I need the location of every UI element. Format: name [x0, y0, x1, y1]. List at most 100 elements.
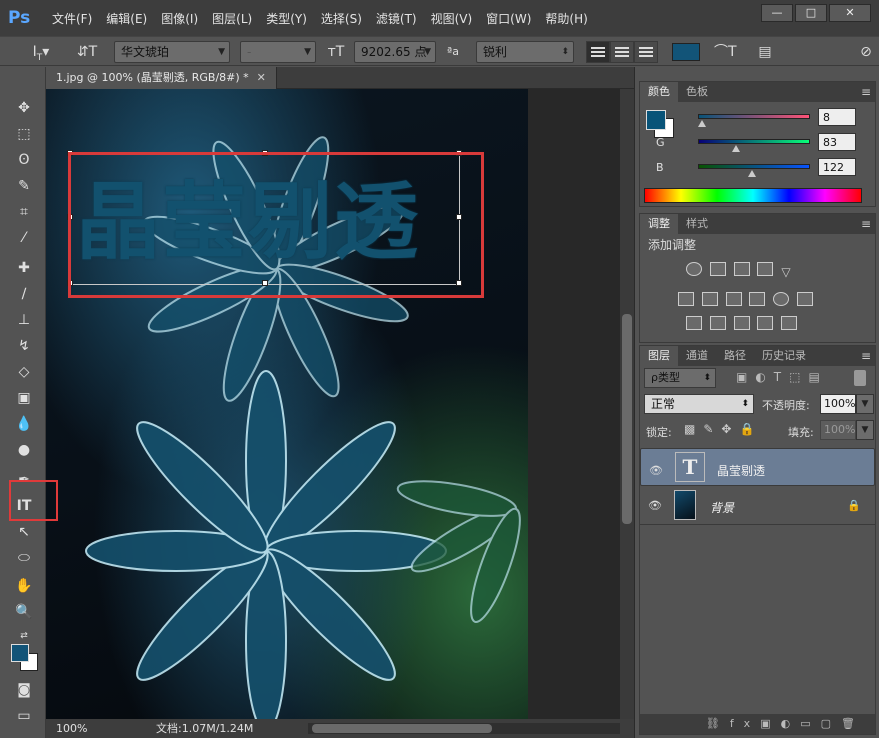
- new-adjustment-icon[interactable]: ◐: [781, 717, 801, 730]
- dodge-tool-icon[interactable]: ●: [13, 439, 35, 461]
- panel-menu-icon[interactable]: ≡: [861, 346, 871, 366]
- zoom-level[interactable]: 100%: [56, 719, 87, 738]
- eyedropper-tool-icon[interactable]: ⁄: [13, 227, 35, 249]
- blue-knob[interactable]: [748, 170, 756, 177]
- tab-channels[interactable]: 通道: [678, 346, 716, 366]
- close-tab-icon[interactable]: ✕: [257, 71, 266, 84]
- path-select-tool-icon[interactable]: ↖: [13, 521, 35, 543]
- foreground-color-swatch[interactable]: [646, 110, 666, 130]
- layer-filter-icons[interactable]: ▣◐T⬚▤: [736, 370, 828, 384]
- close-window-button[interactable]: ✕: [829, 4, 871, 22]
- tab-color[interactable]: 颜色: [640, 82, 678, 102]
- exposure-icon[interactable]: [757, 262, 774, 276]
- photo-filter-icon[interactable]: [749, 292, 766, 306]
- scrollbar-thumb[interactable]: [622, 314, 632, 524]
- layer-style-icon[interactable]: fx: [730, 717, 760, 730]
- cancel-icon[interactable]: ⊘: [856, 41, 876, 63]
- align-center-button[interactable]: [610, 41, 634, 63]
- document-info[interactable]: 文档:1.07M/1.24M: [156, 719, 253, 738]
- clone-stamp-tool-icon[interactable]: ⊥: [13, 309, 35, 331]
- blur-tool-icon[interactable]: 💧: [13, 413, 35, 435]
- blue-slider[interactable]: B 122: [640, 158, 877, 180]
- add-mask-icon[interactable]: ▣: [760, 717, 780, 730]
- brush-tool-icon[interactable]: ∕: [13, 283, 35, 305]
- levels-icon[interactable]: [709, 262, 726, 276]
- eye-icon[interactable]: 👁: [648, 499, 662, 512]
- menu-edit[interactable]: 编辑(E): [106, 10, 147, 27]
- align-left-button[interactable]: [586, 41, 610, 63]
- channel-mixer-icon[interactable]: [773, 292, 790, 306]
- blend-mode-select[interactable]: 正常 ⬍: [644, 394, 754, 414]
- eraser-tool-icon[interactable]: ◇: [13, 361, 35, 383]
- align-right-button[interactable]: [634, 41, 658, 63]
- opacity-field[interactable]: 100%: [820, 394, 856, 414]
- green-track[interactable]: [698, 139, 810, 144]
- vibrance-icon[interactable]: ▽: [781, 266, 790, 280]
- fill-dropdown-icon[interactable]: ▼: [856, 420, 874, 440]
- tab-history[interactable]: 历史记录: [754, 346, 814, 366]
- font-family-select[interactable]: 华文琥珀 ▼: [114, 41, 230, 63]
- ellipse-tool-icon[interactable]: ⬭: [13, 547, 35, 569]
- red-knob[interactable]: [698, 120, 706, 127]
- menu-filter[interactable]: 滤镜(T): [376, 10, 417, 27]
- layer-filter-select[interactable]: ρ类型 ⬍: [644, 368, 716, 388]
- color-spectrum-bar[interactable]: [644, 188, 862, 203]
- document-tab[interactable]: 1.jpg @ 100% (晶莹剔透, RGB/8#) * ✕: [46, 67, 277, 89]
- quick-select-tool-icon[interactable]: ✎: [13, 175, 35, 197]
- menu-view[interactable]: 视图(V): [431, 10, 473, 27]
- menu-image[interactable]: 图像(I): [161, 10, 198, 27]
- font-style-select[interactable]: - ▼: [240, 41, 316, 63]
- hand-tool-icon[interactable]: ✋: [13, 575, 35, 597]
- screen-mode-icon[interactable]: ▭: [13, 705, 35, 727]
- menu-layer[interactable]: 图层(L): [212, 10, 252, 27]
- tab-swatches[interactable]: 色板: [678, 82, 716, 102]
- lasso-tool-icon[interactable]: ʘ: [13, 149, 35, 171]
- move-tool-icon[interactable]: ✥: [13, 97, 35, 119]
- new-group-icon[interactable]: ▭: [800, 717, 820, 730]
- healing-brush-tool-icon[interactable]: ✚: [13, 257, 35, 279]
- character-panel-icon[interactable]: ▤: [754, 41, 776, 63]
- fill-field[interactable]: 100%: [820, 420, 856, 440]
- tab-paths[interactable]: 路径: [716, 346, 754, 366]
- layer-row-text[interactable]: 👁 T 晶莹剔透: [640, 448, 875, 486]
- gradient-tool-icon[interactable]: ▣: [13, 387, 35, 409]
- green-value-field[interactable]: 83: [818, 133, 856, 151]
- eye-icon[interactable]: 👁: [649, 461, 663, 481]
- canvas-area[interactable]: 晶莹剔透: [46, 89, 634, 719]
- zoom-tool-icon[interactable]: 🔍: [13, 601, 35, 623]
- color-lookup-icon[interactable]: [797, 292, 814, 306]
- tab-layers[interactable]: 图层: [640, 346, 678, 366]
- menu-window[interactable]: 窗口(W): [486, 10, 531, 27]
- minimize-button[interactable]: —: [761, 4, 793, 22]
- scrollbar-thumb[interactable]: [312, 724, 492, 733]
- warp-text-icon[interactable]: ⌒T: [714, 41, 737, 63]
- history-brush-tool-icon[interactable]: ↯: [13, 335, 35, 357]
- black-white-icon[interactable]: [725, 292, 742, 306]
- menu-help[interactable]: 帮助(H): [545, 10, 587, 27]
- green-slider[interactable]: G 83: [640, 133, 877, 155]
- font-size-select[interactable]: 9202.65 点 ▼: [354, 41, 436, 63]
- selective-color-icon[interactable]: [757, 316, 774, 330]
- red-slider[interactable]: R 8: [640, 108, 877, 130]
- menu-type[interactable]: 类型(Y): [266, 10, 307, 27]
- maximize-button[interactable]: □: [795, 4, 827, 22]
- link-layers-icon[interactable]: ⛓: [706, 717, 730, 730]
- horizontal-scrollbar[interactable]: [308, 723, 620, 734]
- invert-icon[interactable]: [686, 316, 702, 330]
- panel-menu-icon[interactable]: ≡: [861, 82, 871, 102]
- gradient-map-icon[interactable]: [781, 316, 798, 330]
- crop-tool-icon[interactable]: ⌗: [13, 201, 35, 223]
- quick-mask-icon[interactable]: ◙: [13, 679, 35, 701]
- posterize-icon[interactable]: [709, 316, 726, 330]
- marquee-tool-icon[interactable]: ⬚: [13, 123, 35, 145]
- foreground-color-swatch[interactable]: [11, 644, 29, 662]
- threshold-icon[interactable]: [733, 316, 750, 330]
- orientation-toggle-icon[interactable]: ⇵T: [76, 41, 98, 63]
- red-track[interactable]: [698, 114, 810, 119]
- menu-file[interactable]: 文件(F): [52, 10, 92, 27]
- panel-menu-icon[interactable]: ≡: [861, 214, 871, 234]
- hue-saturation-icon[interactable]: [678, 292, 694, 306]
- green-knob[interactable]: [732, 145, 740, 152]
- menu-select[interactable]: 选择(S): [321, 10, 362, 27]
- new-layer-icon[interactable]: ▢: [821, 717, 841, 730]
